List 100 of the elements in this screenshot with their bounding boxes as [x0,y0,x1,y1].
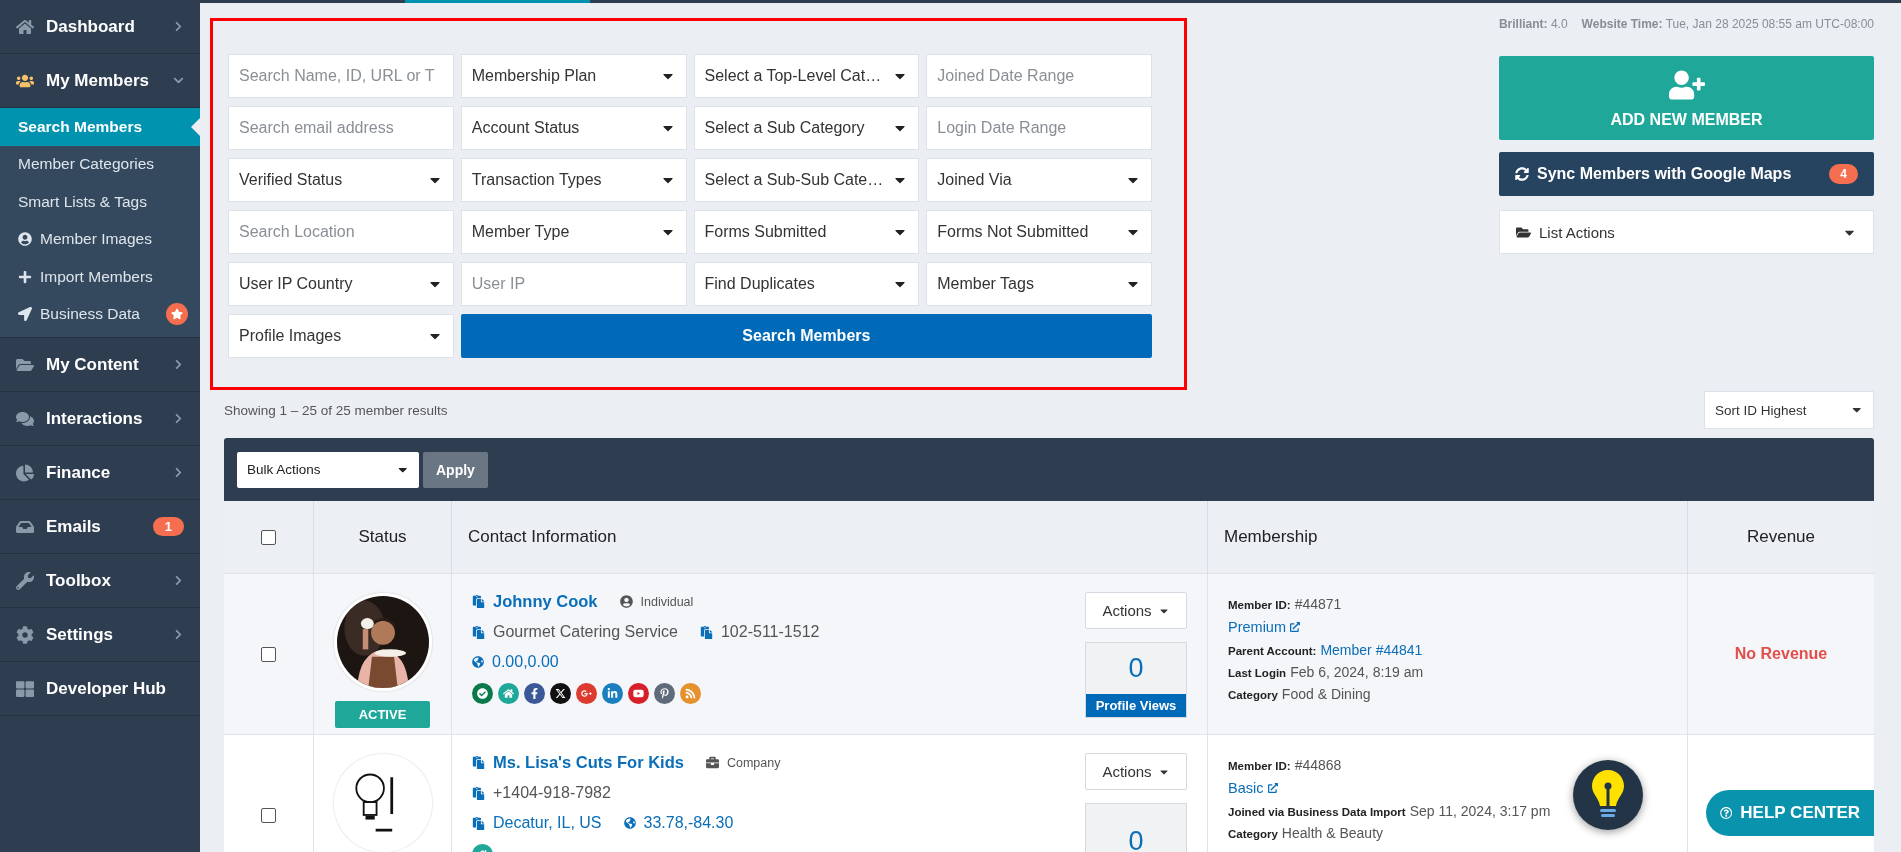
revenue-text: No Revenue [1734,645,1828,663]
linkedin-icon[interactable] [602,683,623,704]
home-icon [16,17,34,36]
sidebar-item[interactable]: Dashboard [0,0,200,54]
pinterest-icon[interactable] [654,683,675,704]
globe-icon [623,817,636,829]
filter-dropdown[interactable]: User IP Country [228,262,454,306]
youtube-icon[interactable] [628,683,649,704]
submenu-item[interactable]: Member Images [0,220,200,258]
sort-dropdown[interactable]: Sort ID Highest [1704,391,1874,429]
actions-dropdown[interactable]: Actions [1085,592,1187,629]
meta-text: Brilliant: 4.0 [1498,17,1568,31]
location-link[interactable]: Decatur, IL, US [493,814,602,832]
chevron-right-icon [173,21,184,32]
submenu-item[interactable]: Smart Lists & Tags [0,183,200,221]
meta-text: Website Time: Tue, Jan 28 2025 08:55 am UTC-08:00 [1581,17,1874,31]
sync-button[interactable]: Sync Members with Google Maps 4 [1499,152,1874,196]
copy-icon [699,625,713,639]
contact-text: Gourmet Catering Service [493,623,678,641]
membership-detail: Last Login Feb 6, 2024, 8:19 am [1228,664,1424,680]
count-badge: 1 [152,517,184,536]
globe-icon [472,656,484,668]
membership-detail: Category Health & Beauty [1228,825,1385,841]
chevron-right-icon [173,359,184,370]
plan-link[interactable]: Basic [1228,780,1264,796]
pie-chart-icon [16,463,34,482]
filter-dropdown[interactable]: Account Status [460,106,687,150]
sidebar-item[interactable]: Toolbox [0,554,200,608]
sidebar-item[interactable]: Settings [0,608,200,662]
filter-dropdown[interactable]: Member Type [460,210,687,254]
google-plus-icon[interactable] [576,683,597,704]
filter-dropdown[interactable]: Verified Status [228,158,454,202]
copy-icon [472,786,485,800]
filter-dropdown[interactable]: Forms Submitted [693,210,920,254]
location-arrow-icon [18,307,32,322]
filter-dropdown[interactable]: Select a Top-Level Cat… [693,54,920,98]
views-count: 0 [1127,652,1145,685]
column-header: Revenue [1746,527,1816,547]
filter-dropdown[interactable]: Membership Plan [460,54,687,98]
copy-icon [472,816,485,830]
x-icon[interactable] [550,683,571,704]
column-header: Contact Information [468,527,617,547]
sync-icon [1515,167,1529,181]
submenu-item[interactable]: Import Members [0,258,200,296]
filter-dropdown[interactable]: Forms Not Submitted [926,210,1152,254]
sidebar-item[interactable]: Developer Hub [0,662,200,716]
views-count: 0 [1127,824,1145,852]
filter-field[interactable]: Search Name, ID, URL or T [228,54,454,98]
sidebar-item[interactable]: Finance [0,446,200,500]
checkbox[interactable] [261,646,276,662]
filter-dropdown[interactable]: Select a Sub Category [693,106,920,150]
chevron-right-icon [173,467,184,478]
filter-dropdown[interactable]: Profile Images [228,314,454,358]
filter-field[interactable]: Search Location [228,210,454,254]
facebook-icon[interactable] [524,683,545,704]
membership-detail: Joined via Business Data Import Sep 11, 2024, 3:17 pm [1228,803,1551,819]
coordinates-link[interactable]: 33.78,-84.30 [643,814,734,832]
profile-views-label: Profile Views [1086,694,1186,717]
filter-field[interactable]: Joined Date Range [926,54,1152,98]
submenu-item[interactable]: Member Categories [0,145,200,183]
column-header: Membership [1224,527,1318,547]
filter-dropdown[interactable]: Find Duplicates [693,262,920,306]
copy-icon [472,756,485,769]
help-center-button[interactable]: HELP CENTER [1706,790,1874,836]
filter-field[interactable]: Search email address [228,106,454,150]
sidebar-item[interactable]: Interactions [0,392,200,446]
filter-field[interactable]: Login Date Range [926,106,1152,150]
sidebar-item[interactable]: Emails 1 [0,500,200,554]
count-badge: 4 [1829,164,1858,184]
plan-link[interactable]: Premium [1228,619,1286,635]
checkbox[interactable] [261,529,276,545]
results-summary: Showing 1 – 25 of 25 member results [224,402,448,418]
member-name-link[interactable]: Johnny Cook [493,592,598,611]
filter-dropdown[interactable]: Joined Via [926,158,1152,202]
comments-icon [16,409,34,428]
apply-button[interactable]: Apply [423,451,488,488]
filter-dropdown[interactable]: Select a Sub-Sub Cate… [693,158,920,202]
search-button[interactable]: Search Members [460,314,1152,358]
external-link-icon [1267,783,1278,793]
member-type: Individual [640,594,694,609]
filter-field[interactable]: User IP [460,262,687,306]
actions-dropdown[interactable]: Actions [1085,753,1187,790]
home-icon[interactable] [498,683,519,704]
check-icon[interactable] [472,683,493,704]
membership-detail: Member ID: #44871 [1228,596,1343,612]
coordinates-link[interactable]: 0.00,0.00 [492,653,559,671]
filter-dropdown[interactable]: Transaction Types [460,158,687,202]
chevron-right-icon [173,413,184,424]
contact-text: 102-511-1512 [720,623,820,641]
member-name-link[interactable]: Ms. Lisa's Cuts For Kids [493,753,684,772]
member-type: Company [726,755,781,770]
submenu-item[interactable]: Business Data [0,295,200,333]
chevron-right-icon [173,629,184,640]
sidebar-item[interactable]: My Content [0,338,200,392]
bulk-actions-dropdown[interactable]: Bulk Actions [237,451,419,488]
submenu-item[interactable]: Search Members [0,108,200,146]
checkbox[interactable] [261,807,276,823]
filter-dropdown[interactable]: Member Tags [926,262,1152,306]
list-actions-dropdown[interactable]: List Actions [1499,210,1874,254]
grid-icon [16,679,34,698]
